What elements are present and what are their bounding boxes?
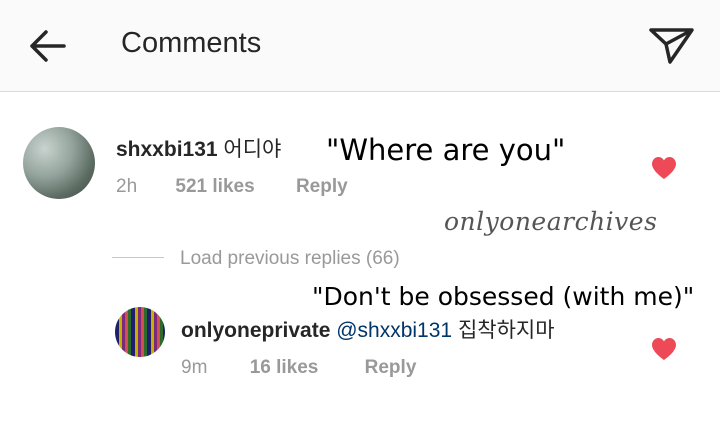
paper-plane-icon [649, 28, 694, 64]
arrow-left-icon [30, 30, 66, 62]
comment-time: 2h [116, 176, 138, 197]
comment-likes[interactable]: 521 likes [175, 176, 254, 197]
reply-username[interactable]: onlyoneprivate [181, 319, 330, 342]
reply-time: 9m [181, 357, 208, 378]
page-title: Comments [121, 27, 262, 59]
header-bar: Comments [0, 0, 720, 92]
translation-caption: "Where are you" [326, 133, 566, 167]
load-previous-replies[interactable]: Load previous replies (66) [180, 248, 400, 270]
heart-icon[interactable] [651, 337, 677, 361]
comment-username[interactable]: shxxbi131 [116, 138, 218, 161]
translation-caption: "Don't be obsessed (with me)" [312, 282, 695, 311]
reply-body: onlyoneprivate @shxxbi131 집착하지마 [181, 314, 555, 344]
heart-icon[interactable] [651, 156, 677, 180]
back-button[interactable] [26, 26, 70, 66]
avatar[interactable] [115, 307, 165, 357]
reply-button[interactable]: Reply [365, 357, 417, 378]
comment-text: 어디야 [223, 138, 282, 161]
reply-mention[interactable]: @shxxbi131 [336, 319, 452, 342]
reply-meta: 9m 16 likes Reply [181, 357, 416, 379]
divider [112, 257, 164, 258]
send-button[interactable] [646, 22, 698, 66]
watermark: onlyonearchives [444, 207, 658, 236]
avatar[interactable] [23, 127, 95, 199]
reply-likes[interactable]: 16 likes [250, 357, 319, 378]
reply-button[interactable]: Reply [296, 176, 348, 197]
reply-text: 집착하지마 [457, 319, 555, 342]
comment-body: shxxbi131 어디야 [116, 133, 281, 163]
comment-meta: 2h 521 likes Reply [116, 176, 348, 198]
